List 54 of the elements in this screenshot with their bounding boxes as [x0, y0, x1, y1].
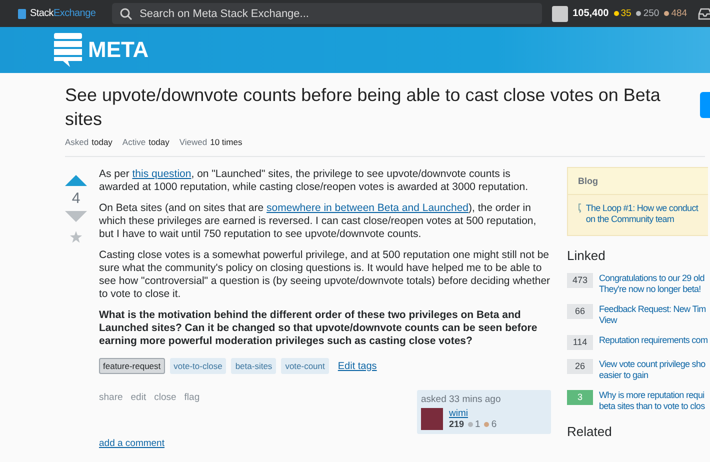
question-paragraph: As per this question, on "Launched" sites, the privilege to see upvote/downvote counts is awarded at 1000 reputation, while casting close/reopen votes is awarded at 3000 reputation. — [99, 168, 530, 194]
question-stat: Viewed 10 times — [179, 137, 242, 147]
badge-count: 250 — [636, 8, 660, 19]
tag[interactable]: feature-request — [99, 358, 165, 374]
linked-question-link[interactable]: Congratulations to our 29 old They're now no longer beta! — [599, 273, 704, 295]
linked-heading: Linked — [567, 248, 606, 263]
answer-count: 26 — [567, 359, 593, 374]
linked-question-link[interactable]: Feedback Request: New Tim View — [599, 304, 706, 326]
linked-question-link[interactable]: Why is more reputation requi beta sites than to vote to clos — [599, 390, 705, 412]
upvote-icon[interactable] — [65, 175, 87, 186]
linked-question-link[interactable]: Reputation requirements com — [599, 335, 708, 350]
user-reputation: 219 — [449, 419, 464, 430]
question-title: See upvote/downvote counts before being able to cast close votes on Beta sites — [65, 84, 662, 131]
badge-count: 484 — [664, 8, 688, 19]
meta-logo-icon[interactable] — [54, 33, 82, 67]
downvote-icon[interactable] — [65, 211, 87, 222]
user-name[interactable]: wimi — [449, 408, 497, 419]
asked-time: asked 33 mins ago — [421, 394, 502, 405]
answer-count: 473 — [567, 273, 593, 288]
vote-count: 4 — [72, 190, 80, 207]
search-input[interactable]: Search on Meta Stack Exchange... — [138, 6, 534, 20]
site-logo[interactable]: StackExchange — [18, 8, 96, 19]
post-menu-link[interactable]: flag — [184, 392, 200, 434]
post-menu-link[interactable]: share — [99, 392, 123, 434]
search-field[interactable]: Search on Meta Stack Exchange... — [112, 3, 542, 24]
avatar[interactable] — [552, 6, 568, 22]
question-link[interactable]: this question — [132, 168, 192, 180]
linked-question-link[interactable]: View vote count privilege sho easier to gain — [599, 359, 706, 381]
reputation: 105,400 — [572, 8, 609, 19]
blog-link[interactable]: The Loop #1: How we conduct on the Community team — [586, 203, 698, 225]
badge-count: 1 — [468, 419, 480, 430]
related-heading: Related — [567, 424, 613, 439]
answer-count: 66 — [567, 304, 593, 319]
question-link[interactable]: somewhere in between Beta and Launched — [266, 202, 468, 214]
add-comment-link[interactable]: add a comment — [99, 438, 551, 449]
answer-count: 114 — [567, 335, 593, 350]
edit-tags-link[interactable]: Edit tags — [338, 360, 377, 372]
inbox-icon[interactable] — [698, 8, 710, 20]
tag[interactable]: vote-count — [281, 358, 329, 374]
question-paragraph: On Beta sites (and on sites that are somewhere in between Beta and Launched), the order in which these privileges are earned is reversed. I can cast close/reopen votes at 500 reputation, but I have to wait until 750 reputation to see upvote/downvote counts. — [99, 202, 538, 241]
site-name[interactable]: META — [88, 37, 149, 63]
badge-count: 35 — [614, 8, 632, 19]
question-stat: Asked today — [65, 137, 112, 147]
search-icon — [120, 8, 132, 20]
question-stat: Active today — [122, 137, 170, 147]
badge-count: 6 — [484, 419, 497, 430]
question-paragraph: Casting close votes is a somewhat powerful privilege, and at 500 reputation one might still not be sure what the community's policy on closing questions is. It would have helped me to be able to see how "controversial" a question is (by seeing upvote/downvote totals) before deciding whether to vote to close it. — [99, 249, 551, 301]
tag[interactable]: vote-to-close — [170, 358, 226, 374]
tag[interactable]: beta-sites — [231, 358, 276, 374]
answer-count: 3 — [567, 390, 593, 405]
star-icon[interactable] — [70, 231, 82, 243]
post-menu-link[interactable]: close — [154, 392, 176, 434]
question-paragraph: What is the motivation behind the different order of these two privileges on Beta and Launched sites? Can it be changed so that upvote/downvote counts can be seen before earning more powerful moderation privileges such as casting close votes? — [99, 309, 538, 348]
post-menu-link[interactable]: edit — [130, 392, 146, 434]
